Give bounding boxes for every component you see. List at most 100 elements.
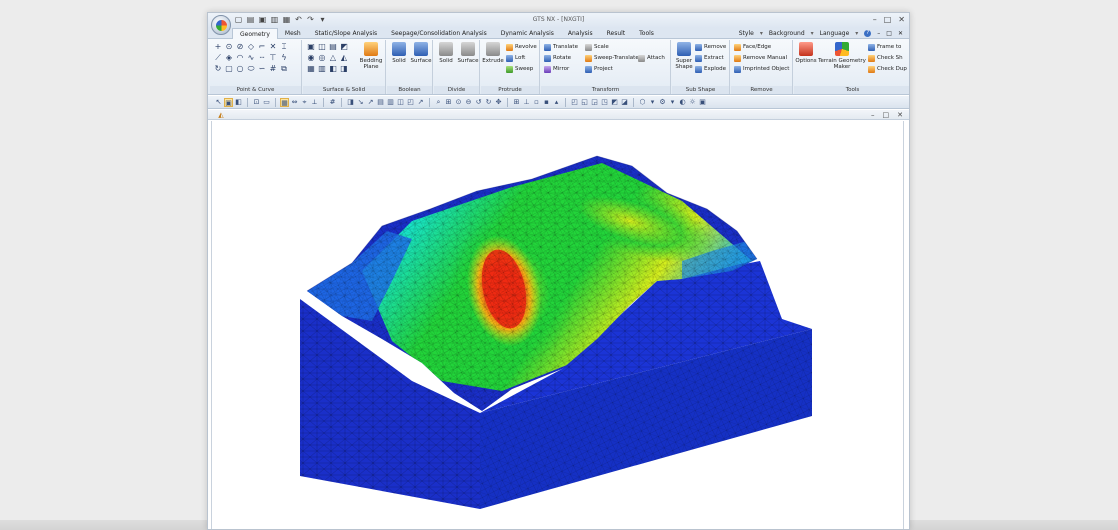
diamond-icon[interactable]: ◇	[246, 42, 256, 52]
corner-icon[interactable]: ⌐	[257, 42, 267, 52]
shell-icon[interactable]: ▦	[306, 64, 316, 74]
doc-close-icon[interactable]: ✕	[897, 110, 903, 120]
terrain-mesh-model[interactable]	[212, 121, 905, 530]
style-menu[interactable]: Style	[739, 30, 754, 37]
toggle-icon[interactable]: ▭	[262, 98, 271, 107]
dashed-line-icon[interactable]: ┄	[257, 53, 267, 63]
zigzag-icon[interactable]: ϟ	[279, 53, 289, 63]
fill-icon[interactable]: ▥	[317, 64, 327, 74]
zoom-out-icon[interactable]: ⊖	[464, 98, 473, 107]
tab-dynamic-analysis[interactable]: Dynamic Analysis	[494, 28, 561, 39]
polyline-icon[interactable]: ∿	[246, 53, 256, 63]
view-top-icon[interactable]: ▴	[552, 98, 561, 107]
plane-icon[interactable]: ◩	[339, 42, 349, 52]
hash-icon[interactable]: #	[268, 64, 278, 74]
orbit-icon[interactable]: ↺	[474, 98, 483, 107]
imprinted-object-button[interactable]: Imprinted Object	[734, 64, 789, 74]
tab-analysis[interactable]: Analysis	[561, 28, 600, 39]
ellipse-icon[interactable]: ⬭	[246, 64, 256, 74]
measure-icon[interactable]: #	[328, 98, 337, 107]
cylinder-icon[interactable]: ◫	[317, 42, 327, 52]
snap-line-icon[interactable]: ⟂	[310, 98, 319, 107]
edge-icon[interactable]: ◰	[406, 98, 415, 107]
tab-static-slope-analysis[interactable]: Static/Slope Analysis	[308, 28, 384, 39]
close-icon[interactable]: ✕	[898, 15, 905, 24]
axis-icon[interactable]: ⊥	[522, 98, 531, 107]
check-sh-button[interactable]: Check Sh	[868, 53, 907, 63]
doc-minimize-icon[interactable]: –	[871, 110, 875, 120]
background-menu[interactable]: Background	[769, 30, 805, 37]
minimize-ribbon-icon[interactable]: –	[877, 30, 880, 37]
offset-icon[interactable]: ◨	[339, 64, 349, 74]
copy-curve-icon[interactable]: ⧉	[279, 64, 289, 74]
divide-solid-button[interactable]: Solid	[434, 42, 458, 64]
tab-mesh[interactable]: Mesh	[278, 28, 308, 39]
doc-restore-icon[interactable]: □	[883, 110, 890, 120]
sphere-icon[interactable]: ◉	[306, 53, 316, 63]
tab-result[interactable]: Result	[600, 28, 633, 39]
rotate-button[interactable]: Rotate	[544, 53, 578, 63]
sweep-translate-button[interactable]: Sweep-Translate	[585, 53, 639, 63]
remove-manual-button[interactable]: Remove Manual	[734, 53, 789, 63]
language-menu[interactable]: Language	[820, 30, 850, 37]
app-menu-button[interactable]	[211, 15, 231, 35]
torus-icon[interactable]: ◎	[317, 53, 327, 63]
display-icon[interactable]: ▤	[376, 98, 385, 107]
super-shape-button[interactable]: Super Shape	[672, 42, 696, 70]
color-icon[interactable]: ◐	[678, 98, 687, 107]
help-icon[interactable]: ?	[864, 30, 872, 37]
rectangle-icon[interactable]: ▢	[224, 64, 234, 74]
light-icon[interactable]: ☼	[688, 98, 697, 107]
model-viewport[interactable]	[211, 121, 905, 530]
view-iso4-icon[interactable]: ◳	[600, 98, 609, 107]
close-ribbon-icon[interactable]: ✕	[898, 30, 903, 37]
hide-icon[interactable]: ↘	[356, 98, 365, 107]
project-button[interactable]: Project	[585, 64, 639, 74]
revolve-button[interactable]: Revolve	[506, 42, 537, 52]
sweep-button[interactable]: Sweep	[506, 64, 537, 74]
i-beam-icon[interactable]: ⌶	[279, 42, 289, 52]
tab-geometry[interactable]: Geometry	[232, 28, 278, 39]
frame-to-button[interactable]: Frame to	[868, 42, 907, 52]
capture-icon[interactable]: ▣	[698, 98, 707, 107]
view-iso3-icon[interactable]: ◲	[590, 98, 599, 107]
arc-icon[interactable]: ◠	[235, 53, 245, 63]
terrain-geometry-maker-button[interactable]: Terrain Geometry Maker	[818, 42, 866, 70]
point-icon[interactable]: +	[213, 42, 223, 52]
restore-ribbon-icon[interactable]: □	[886, 30, 892, 37]
display-mode-icon[interactable]: ▥	[386, 98, 395, 107]
mirror-button[interactable]: Mirror	[544, 64, 578, 74]
cross-icon[interactable]: ✕	[268, 42, 278, 52]
select-filter-icon[interactable]: ◧	[234, 98, 243, 107]
face-edge-button[interactable]: Face/Edge	[734, 42, 789, 52]
explode-button[interactable]: Explode	[695, 64, 726, 74]
loft-button[interactable]: Loft	[506, 53, 537, 63]
extrude-button[interactable]: Extrude	[481, 42, 505, 64]
cube-view-icon[interactable]: ⬡	[638, 98, 647, 107]
maximize-icon[interactable]: □	[884, 15, 892, 24]
pan-icon[interactable]: ✥	[494, 98, 503, 107]
wedge-icon[interactable]: ◭	[339, 53, 349, 63]
rotate-view-icon[interactable]: ↗	[416, 98, 425, 107]
extract-button[interactable]: Extract	[695, 53, 726, 63]
view-iso6-icon[interactable]: ◪	[620, 98, 629, 107]
rotate-curve-icon[interactable]: ↻	[213, 64, 223, 74]
view-iso-icon[interactable]: ◰	[570, 98, 579, 107]
spline-icon[interactable]: ∽	[257, 64, 267, 74]
snap-point-icon[interactable]: ⌖	[300, 98, 309, 107]
view-iso2-icon[interactable]: ◱	[580, 98, 589, 107]
circle-cross-icon[interactable]: ⊘	[235, 42, 245, 52]
snap-icon[interactable]: ⇔	[290, 98, 299, 107]
dropdown-icon[interactable]: ▾	[668, 98, 677, 107]
circle-icon[interactable]: ○	[235, 64, 245, 74]
zoom-window-icon[interactable]: ⊞	[444, 98, 453, 107]
options-button[interactable]: Options	[794, 42, 818, 64]
tab-seepage-consolidation-analysis[interactable]: Seepage/Consolidation Analysis	[384, 28, 494, 39]
view-front-icon[interactable]: ▫	[532, 98, 541, 107]
select-mode-icon[interactable]: ▣	[224, 97, 233, 107]
select-arrow-icon[interactable]: ↖	[214, 98, 223, 107]
divide-surface-button[interactable]: Surface	[456, 42, 480, 64]
surface-icon[interactable]: ▤	[328, 42, 338, 52]
grid-icon[interactable]: ⊞	[512, 98, 521, 107]
bedding-plane-button[interactable]: Bedding Plane	[359, 42, 383, 70]
